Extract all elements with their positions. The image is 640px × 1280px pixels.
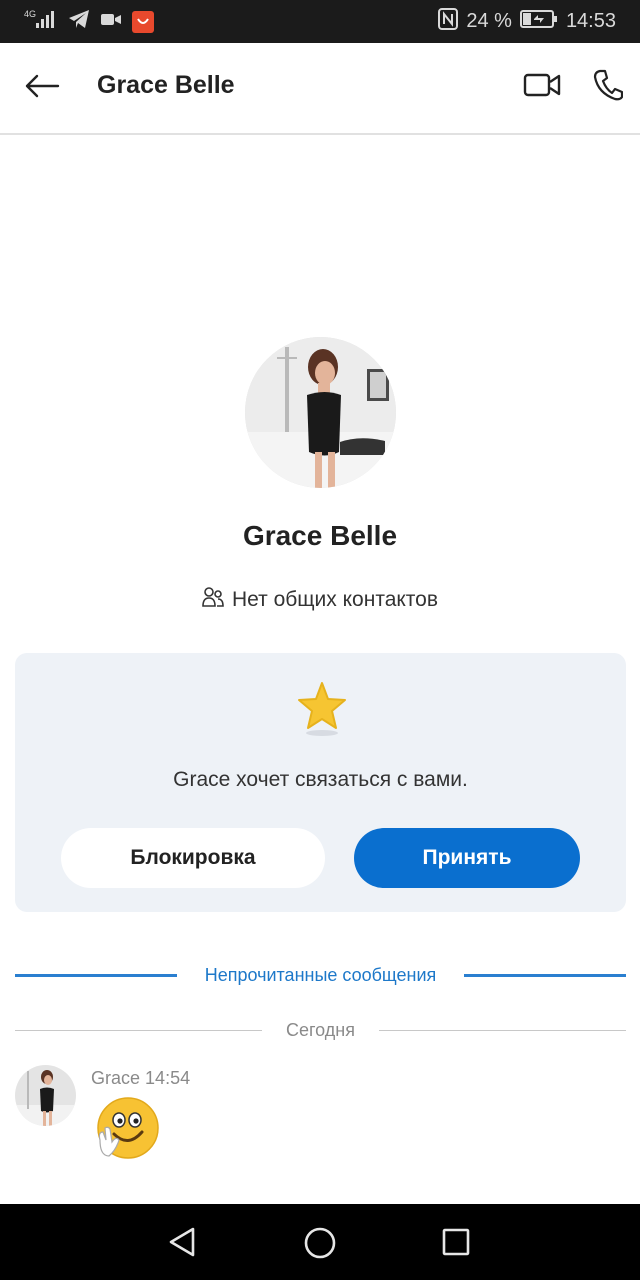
video-camera-icon <box>523 72 561 103</box>
status-bar: 4G 24 % 14:53 <box>0 0 640 43</box>
accept-button[interactable]: Принять <box>354 828 580 888</box>
video-call-icon <box>100 11 122 32</box>
nav-home-icon[interactable] <box>301 1224 339 1262</box>
divider-line-right <box>464 974 626 977</box>
block-button[interactable]: Блокировка <box>61 828 325 888</box>
nav-recent-icon[interactable] <box>440 1226 472 1258</box>
mutual-contacts: Нет общих контактов <box>0 586 640 614</box>
telegram-icon <box>68 9 90 34</box>
battery-icon <box>519 10 558 33</box>
nfc-icon <box>438 8 459 35</box>
audio-call-button[interactable] <box>588 67 628 107</box>
request-message: Grace хочет связаться с вами. <box>173 768 468 791</box>
profile-name: Grace Belle <box>242 520 398 551</box>
status-bar-right: 24 % 14:53 <box>438 0 616 43</box>
divider-line-right <box>379 1030 626 1031</box>
phone-icon <box>593 69 624 106</box>
message-time: 14:54 <box>145 1068 191 1088</box>
contacts-label: Нет общих контактов <box>231 588 439 611</box>
signal-icon: 4G <box>24 8 58 35</box>
star-icon <box>297 681 347 737</box>
back-arrow-icon <box>24 74 60 103</box>
contacts-icon <box>202 586 224 614</box>
aliexpress-icon <box>132 10 154 33</box>
chat-header: Grace Belle <box>0 43 640 135</box>
video-call-button[interactable] <box>520 69 564 105</box>
status-time: 14:53 <box>565 10 616 32</box>
sender-avatar[interactable] <box>15 1065 76 1126</box>
system-navigation-bar <box>0 1204 640 1280</box>
profile-avatar[interactable] <box>245 337 396 488</box>
back-button[interactable] <box>22 70 62 106</box>
message-sender: Grace <box>91 1068 141 1088</box>
unread-divider: Непрочитанные сообщения <box>15 960 626 990</box>
nav-back-icon[interactable] <box>165 1224 201 1260</box>
date-divider: Сегодня <box>15 1017 626 1047</box>
svg-text:4G: 4G <box>24 9 36 19</box>
contact-request-card: Grace хочет связаться с вами. Блокировка… <box>15 653 626 912</box>
battery-percent: 24 % <box>466 10 512 32</box>
waving-smiley-emoji[interactable] <box>94 1096 160 1162</box>
message-meta: Grace 14:54 <box>91 1068 190 1089</box>
status-bar-left: 4G <box>24 0 154 43</box>
page-title[interactable]: Grace Belle <box>97 71 235 100</box>
